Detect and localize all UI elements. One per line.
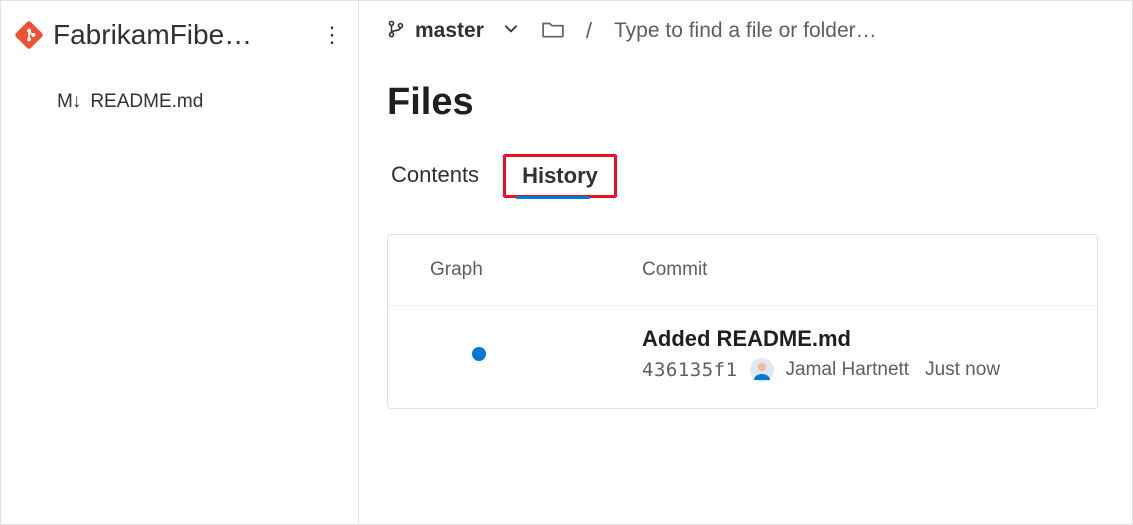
commit-message: Added README.md [642,326,1073,352]
commit-time: Just now [925,359,1000,381]
tabs: Contents History [387,154,1098,198]
graph-cell [412,347,642,361]
tree-item-readme[interactable]: M↓ README.md [1,85,358,119]
tab-contents[interactable]: Contents [387,154,499,198]
commit-cell: Added README.md 436135f1 Jamal Hartnett … [642,326,1073,382]
sidebar: FabrikamFibe… ⋮ M↓ README.md [1,1,359,524]
repo-name[interactable]: FabrikamFibe… [53,19,308,51]
tree-item-label: README.md [90,91,203,113]
file-tree: M↓ README.md [1,69,358,119]
history-header: Graph Commit [388,235,1097,306]
path-separator: / [586,18,592,44]
branch-name: master [415,19,484,43]
markdown-icon: M↓ [57,91,80,113]
repo-header: FabrikamFibe… ⋮ [1,19,358,69]
tab-history[interactable]: History [503,154,617,198]
branch-picker[interactable]: master [387,19,520,43]
column-header-commit: Commit [642,259,1073,281]
commit-sha[interactable]: 436135f1 [642,359,738,381]
commit-author[interactable]: Jamal Hartnett [786,359,910,381]
main-panel: master / Files Contents History Graph Co… [359,1,1132,524]
avatar [750,358,774,382]
folder-icon [542,20,564,43]
branch-icon [387,20,405,43]
commit-dot-icon [472,347,486,361]
more-options-icon[interactable]: ⋮ [318,21,346,49]
git-icon [15,21,43,49]
commit-meta: 436135f1 Jamal Hartnett Just now [642,358,1073,382]
topbar: master / [387,15,1098,47]
column-header-graph: Graph [412,259,642,281]
page-title: Files [387,81,1098,124]
chevron-down-icon [502,19,520,43]
history-panel: Graph Commit Added README.md 436135f1 [387,234,1098,409]
path-search-input[interactable] [614,15,1098,47]
history-row[interactable]: Added README.md 436135f1 Jamal Hartnett … [388,306,1097,408]
